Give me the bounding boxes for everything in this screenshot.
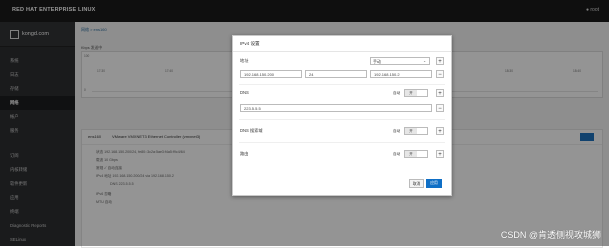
- dns-auto-toggle[interactable]: 开: [404, 89, 428, 97]
- dialog-title: IPv4 设置: [240, 41, 260, 46]
- toggle-state: 开: [405, 128, 417, 134]
- add-dns-search-button[interactable]: +: [436, 127, 444, 135]
- prefix-input[interactable]: 24: [305, 70, 367, 78]
- dns-auto-label: 自动: [393, 91, 401, 95]
- divider: [239, 84, 445, 85]
- apply-button[interactable]: 应用: [426, 179, 442, 188]
- routes-auto-label: 自动: [393, 152, 401, 156]
- divider: [239, 142, 445, 143]
- dns-server-input[interactable]: 223.5.5.5: [240, 104, 432, 112]
- address-method-value: 手动: [373, 59, 381, 64]
- dns-search-auto-toggle[interactable]: 开: [404, 127, 428, 135]
- divider: [239, 119, 445, 120]
- chevron-down-icon: ⌄: [423, 59, 426, 63]
- ipv4-settings-dialog: IPv4 设置 地址 手动 ⌄ + 192.168.150.200 24 192…: [232, 35, 452, 196]
- add-route-button[interactable]: +: [436, 150, 444, 158]
- routes-label: 路由: [240, 151, 249, 156]
- remove-dns-button[interactable]: −: [436, 104, 444, 112]
- dialog-header: IPv4 设置: [233, 36, 451, 52]
- remove-address-button[interactable]: −: [436, 70, 444, 78]
- gateway-input[interactable]: 192.168.150.2: [370, 70, 432, 78]
- address-label: 地址: [240, 58, 249, 63]
- routes-auto-toggle[interactable]: 开: [404, 150, 428, 158]
- watermark: CSDN @肯透侧视攻城狮: [500, 230, 601, 240]
- add-address-button[interactable]: +: [436, 57, 444, 65]
- address-method-select[interactable]: 手动 ⌄: [370, 57, 430, 65]
- toggle-state: 开: [405, 90, 417, 96]
- cancel-button[interactable]: 取消: [409, 179, 424, 188]
- add-dns-button[interactable]: +: [436, 89, 444, 97]
- toggle-state: 开: [405, 151, 417, 157]
- address-input[interactable]: 192.168.150.200: [240, 70, 302, 78]
- dns-search-auto-label: 自动: [393, 129, 401, 133]
- dns-label: DNS: [240, 90, 249, 95]
- dns-search-label: DNS 搜索域: [240, 128, 263, 133]
